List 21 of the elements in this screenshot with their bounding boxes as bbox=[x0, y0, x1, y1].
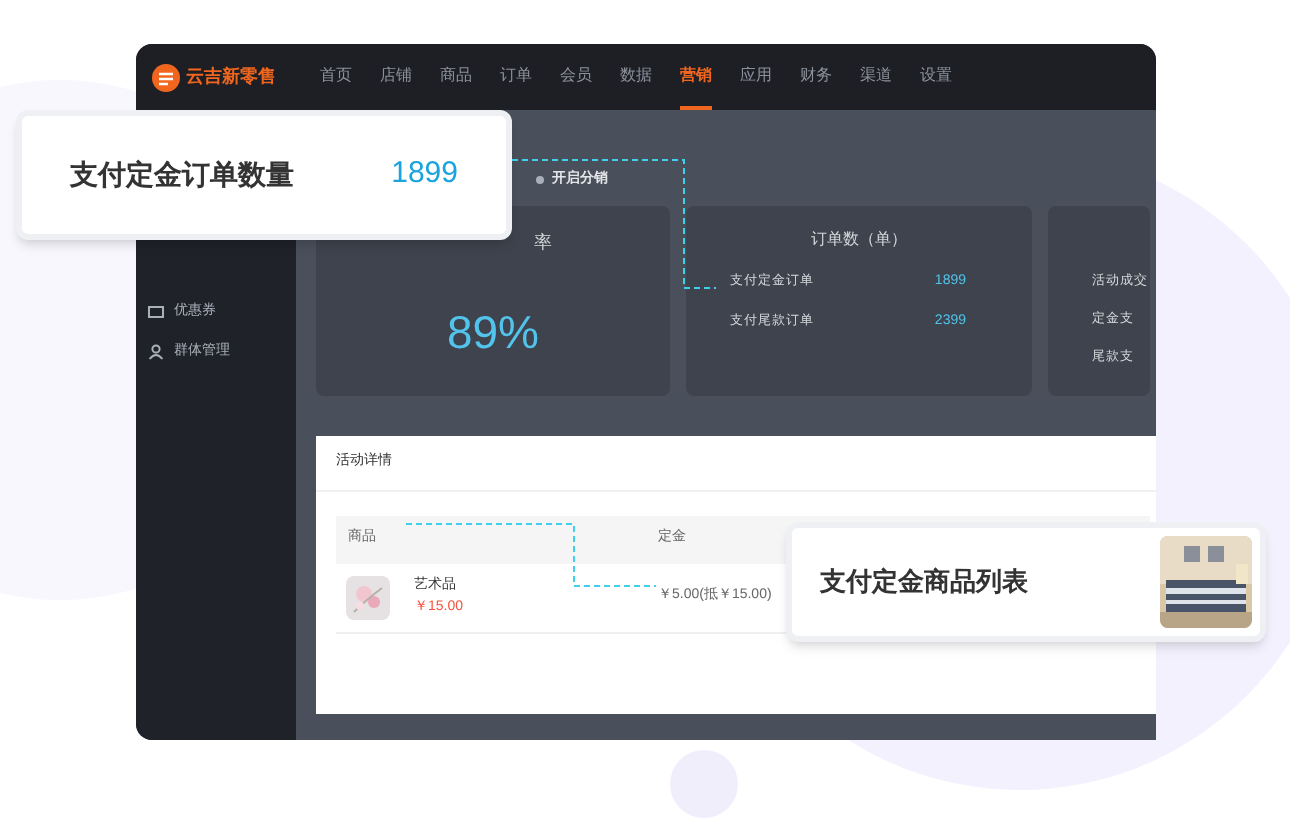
logo-text: 云吉新零售 bbox=[186, 63, 276, 90]
nav-tab[interactable]: 渠道 bbox=[860, 44, 892, 110]
logo-icon bbox=[152, 63, 180, 91]
nav-tab[interactable]: 会员 bbox=[560, 44, 592, 110]
callout-label: 支付定金订单数量 bbox=[70, 156, 294, 194]
nav-tab[interactable]: 店铺 bbox=[380, 44, 412, 110]
card-title: 率 bbox=[534, 230, 552, 256]
rate-value: 89% bbox=[446, 303, 540, 361]
nav-tab[interactable]: 首页 bbox=[320, 44, 352, 110]
callout-label: 支付定金商品列表 bbox=[820, 564, 1028, 601]
nav-tab[interactable]: 订单 bbox=[500, 44, 532, 110]
nav-tab[interactable]: 财务 bbox=[800, 44, 832, 110]
card-title: 订单数（单） bbox=[811, 228, 907, 252]
nav-tab[interactable]: 商品 bbox=[440, 44, 472, 110]
ticket-icon bbox=[148, 304, 164, 321]
nav-tab[interactable]: 设置 bbox=[920, 44, 952, 110]
person-icon bbox=[148, 343, 164, 360]
nav-tab[interactable]: 数据 bbox=[620, 44, 652, 110]
nav-tab[interactable]: 营销 bbox=[680, 44, 712, 110]
nav-tab[interactable]: 应用 bbox=[740, 44, 772, 110]
callout-value: 1899 bbox=[391, 154, 458, 195]
